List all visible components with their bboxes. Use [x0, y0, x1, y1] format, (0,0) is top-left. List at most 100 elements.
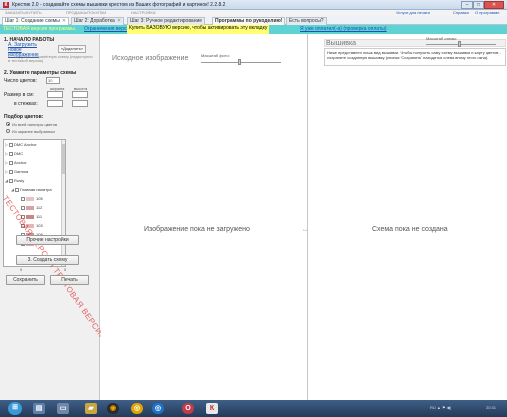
checkbox[interactable] — [9, 151, 13, 156]
checkbox[interactable] — [9, 160, 13, 165]
color-code: 112 — [36, 205, 43, 210]
checkbox[interactable] — [21, 196, 25, 201]
tree-node[interactable]: ▷ Gamma — [5, 169, 28, 175]
close-button[interactable]: ✕ — [484, 1, 504, 9]
scheme-zoom-label: Масштаб схемы: — [426, 36, 458, 41]
checkbox[interactable] — [21, 205, 25, 210]
create-scheme-button[interactable]: 3. Создать схему — [16, 255, 79, 265]
source-image-title: Исходное изображение — [112, 55, 189, 62]
counter-right: 0 — [64, 267, 67, 272]
load-saved-text: Б. Загрузить сохранённую схему (недоступ… — [8, 54, 93, 63]
tree-node-label: Rusty — [14, 178, 25, 183]
width-input[interactable] — [47, 91, 63, 98]
image-placeholder: Изображение пока не загружено — [144, 226, 250, 233]
embroidery-description: Ниже представлен лишь вид вышивки. Чтобы… — [324, 48, 506, 66]
counter-left: 0 — [20, 267, 23, 272]
trial-banner: ТЕСТОВАЯ версия программы. Ограничения в… — [0, 25, 507, 34]
color-code: 103 — [36, 223, 43, 228]
close-icon[interactable]: ✕ — [62, 18, 66, 24]
print-services-link[interactable]: Услуги для печати — [396, 10, 430, 15]
checkbox[interactable] — [9, 142, 13, 147]
payment-check-link[interactable]: Я уже оплатил(-а) (проверка оплаты) — [300, 26, 387, 33]
maximize-button[interactable]: □ — [473, 1, 484, 9]
scrollbar-thumb[interactable] — [61, 144, 65, 174]
sales-link[interactable]: ПРОДАЖА/ПОКУПКИ — [66, 10, 106, 15]
step2-title: 2. Укажите параметры схемы — [4, 70, 77, 76]
scheme-placeholder: Схема пока не создана — [372, 226, 448, 233]
embroidery-title: Вышивка — [326, 40, 357, 47]
tab-guides[interactable]: Программы по рукоделию! — [212, 17, 286, 25]
stitches-height-input[interactable] — [72, 100, 88, 107]
checkbox[interactable] — [9, 178, 13, 183]
files-icon[interactable]: ▭ — [57, 403, 69, 414]
scheme-zoom-thumb[interactable] — [458, 41, 461, 47]
tree-node[interactable]: ▷ DMC — [5, 151, 23, 157]
explorer-icon[interactable]: ▤ — [33, 403, 45, 414]
tree-scrollbar[interactable] — [61, 140, 65, 266]
photo-zoom-slider[interactable] — [201, 62, 281, 63]
tab-bar: Шаг 1: Создание схемы ✕ Шаг 2: Доработка ✕… — [0, 16, 507, 26]
colors-label: Число цветов: — [4, 78, 37, 84]
save-button[interactable]: Сохранить — [6, 275, 45, 285]
help-link[interactable]: Справка — [453, 10, 469, 15]
photo-zoom-label: Масштаб фото: — [201, 53, 230, 58]
tab-step3[interactable]: Шаг 3: Ручное редактирование — [127, 17, 206, 25]
order-link[interactable]: ЗАКАЗАТЬ/КУПИТЬ — [5, 10, 42, 15]
tree-node-label: Gamma — [14, 169, 29, 174]
tree-node[interactable]: ◢ Главная палитра — [11, 187, 52, 193]
tree-node-label: DMC — [14, 151, 24, 156]
tab-label: Шаг 1: Создание схемы — [5, 18, 60, 24]
buy-link[interactable]: Купить БАЗОВУЮ версию, чтобы активироват… — [127, 25, 270, 34]
window-title: Крестик 2.0 - создавайте схемы вышивки к… — [12, 2, 226, 8]
checkbox[interactable] — [15, 187, 19, 192]
title-bar: К Крестик 2.0 - создавайте схемы вышивки… — [0, 0, 507, 10]
chrome-icon[interactable]: ◎ — [131, 403, 143, 414]
close-icon[interactable]: ✕ — [117, 18, 121, 24]
tree-node-label: Главная палитра — [20, 187, 52, 192]
start-button[interactable]: ⊞ — [8, 402, 22, 415]
source-image-panel: Исходное изображение Масштаб фото: Изобр… — [101, 34, 308, 400]
embroidery-panel: Вышивка Масштаб схемы: Ниже представлен … — [307, 34, 507, 400]
folder-icon[interactable]: ▰ — [85, 403, 97, 414]
color-item[interactable]: 112 — [21, 205, 42, 211]
help-button[interactable]: «Доделить» — [58, 45, 86, 53]
checkbox[interactable] — [9, 169, 13, 174]
stitches-width-input[interactable] — [47, 100, 63, 107]
taskbar: ⊞ ▤ ▭ ▰ ◉ ◎ ◎ O К RU ▲ ⚑ ◀) 20:31 — [0, 400, 507, 417]
scheme-zoom-slider[interactable] — [426, 44, 496, 45]
tab-step2[interactable]: Шаг 2: Доработка ✕ — [71, 17, 125, 25]
tab-label: Шаг 3: Ручное редактирование — [130, 18, 203, 24]
app-icon: К — [3, 2, 9, 8]
color-swatch — [26, 214, 34, 219]
krestik-app-icon[interactable]: К — [206, 403, 218, 414]
tree-node[interactable]: ◢ Rusty — [5, 178, 24, 184]
color-code: 111 — [36, 214, 43, 219]
tree-node-label: Anchor — [14, 160, 27, 165]
limits-link[interactable]: Ограничения версии — [84, 26, 132, 33]
palette-selected-label: Из заранее выбранных — [12, 129, 56, 134]
settings-link[interactable]: НАСТРОЙКИ — [131, 10, 155, 15]
color-code: 105 — [36, 196, 43, 201]
window-controls: – □ ✕ — [461, 1, 504, 9]
color-swatch — [26, 196, 34, 201]
color-item[interactable]: 105 — [21, 196, 43, 202]
palette-selected-radio[interactable] — [6, 129, 10, 133]
media-player-icon[interactable]: ◉ — [107, 403, 119, 414]
browser-icon[interactable]: ◎ — [152, 403, 164, 414]
palette-all-radio[interactable] — [6, 122, 10, 126]
system-tray[interactable]: RU ▲ ⚑ ◀) — [430, 405, 451, 410]
other-settings-button[interactable]: Прочие настройки — [16, 235, 79, 245]
photo-zoom-thumb[interactable] — [238, 59, 241, 65]
clock[interactable]: 20:31 — [486, 405, 496, 410]
tree-node[interactable]: ▷ Anchor — [5, 160, 27, 166]
about-link[interactable]: О программе — [475, 10, 499, 15]
print-button[interactable]: Печать — [50, 275, 89, 285]
opera-icon[interactable]: O — [182, 403, 194, 414]
tree-node[interactable]: ▷ DMC Anchor — [5, 142, 37, 148]
height-input[interactable] — [72, 91, 88, 98]
minimize-button[interactable]: – — [461, 1, 473, 9]
colors-input[interactable]: 30 — [46, 77, 60, 84]
tab-questions[interactable]: Есть вопросы? — [286, 17, 327, 25]
stitches-label: в стежках: — [14, 101, 38, 107]
palette-title: Подбор цветов: — [4, 114, 44, 120]
